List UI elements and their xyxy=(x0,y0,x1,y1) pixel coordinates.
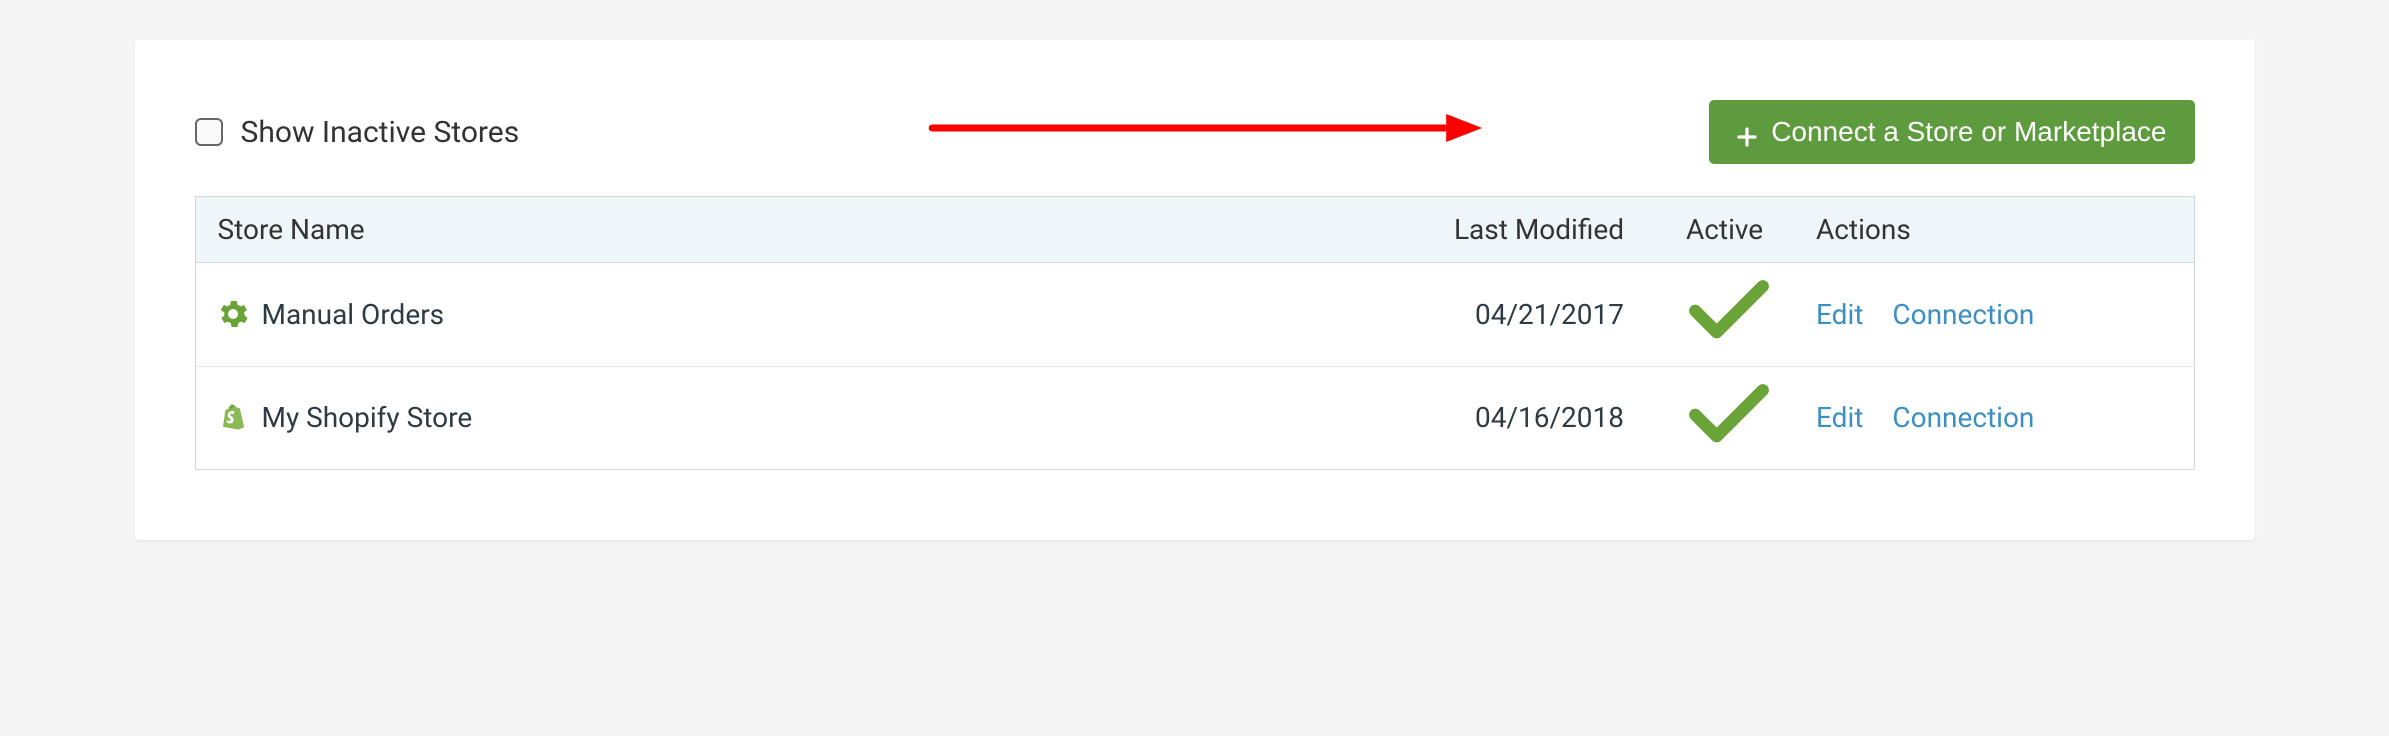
col-header-actions: Actions xyxy=(1794,197,2194,263)
store-name-cell: Manual Orders xyxy=(195,263,1424,367)
edit-link[interactable]: Edit xyxy=(1816,298,1863,331)
last-modified-cell: 04/21/2017 xyxy=(1424,263,1664,367)
show-inactive-control: Show Inactive Stores xyxy=(195,115,520,150)
table-row: My Shopify Store 04/16/2018 Edit Connect… xyxy=(195,366,2194,470)
annotation-arrow xyxy=(926,108,1486,152)
plus-icon xyxy=(1737,122,1757,142)
last-modified-cell: 04/16/2018 xyxy=(1424,366,1664,470)
show-inactive-checkbox[interactable] xyxy=(195,118,223,146)
connect-store-button[interactable]: Connect a Store or Marketplace xyxy=(1709,100,2194,164)
gear-icon xyxy=(218,299,248,329)
stores-table: Store Name Last Modified Active Actions … xyxy=(195,196,2195,470)
active-cell xyxy=(1664,366,1794,470)
check-icon xyxy=(1686,422,1772,455)
edit-link[interactable]: Edit xyxy=(1816,401,1863,434)
col-header-active: Active xyxy=(1664,197,1794,263)
connect-store-button-label: Connect a Store or Marketplace xyxy=(1771,116,2166,148)
connection-link[interactable]: Connection xyxy=(1892,401,2034,434)
stores-card: Show Inactive Stores Connect a Store or … xyxy=(135,40,2255,540)
store-name-text: My Shopify Store xyxy=(262,401,473,434)
connection-link[interactable]: Connection xyxy=(1892,298,2034,331)
store-name-cell: My Shopify Store xyxy=(195,366,1424,470)
check-icon xyxy=(1686,319,1772,352)
actions-cell: Edit Connection xyxy=(1794,263,2194,367)
col-header-store-name: Store Name xyxy=(195,197,1424,263)
table-row: Manual Orders 04/21/2017 Edit Connection xyxy=(195,263,2194,367)
actions-cell: Edit Connection xyxy=(1794,366,2194,470)
show-inactive-label: Show Inactive Stores xyxy=(241,115,520,150)
table-header-row: Store Name Last Modified Active Actions xyxy=(195,197,2194,263)
col-header-last-modified: Last Modified xyxy=(1424,197,1664,263)
store-name-text: Manual Orders xyxy=(262,298,445,331)
shopify-icon xyxy=(218,403,248,433)
active-cell xyxy=(1664,263,1794,367)
top-controls-row: Show Inactive Stores Connect a Store or … xyxy=(195,100,2195,164)
